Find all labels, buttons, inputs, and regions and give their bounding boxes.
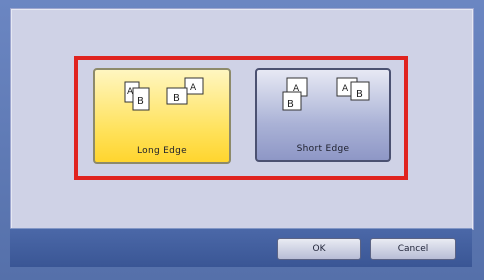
svg-text:B: B [173, 93, 180, 104]
svg-text:A: A [190, 83, 197, 93]
long-edge-label: Long Edge [137, 146, 187, 156]
svg-text:A: A [342, 84, 349, 94]
ok-button[interactable]: OK [277, 238, 361, 260]
svg-text:B: B [356, 89, 363, 100]
short-edge-option[interactable]: A B A B Short Edge [255, 68, 391, 162]
cancel-button[interactable]: Cancel [370, 238, 456, 260]
long-edge-option[interactable]: A B A B Long Edge [93, 68, 231, 164]
short-edge-label: Short Edge [296, 144, 350, 154]
svg-text:A: A [127, 87, 134, 97]
svg-text:B: B [137, 96, 144, 107]
svg-text:B: B [287, 99, 294, 110]
svg-text:A: A [293, 84, 300, 94]
